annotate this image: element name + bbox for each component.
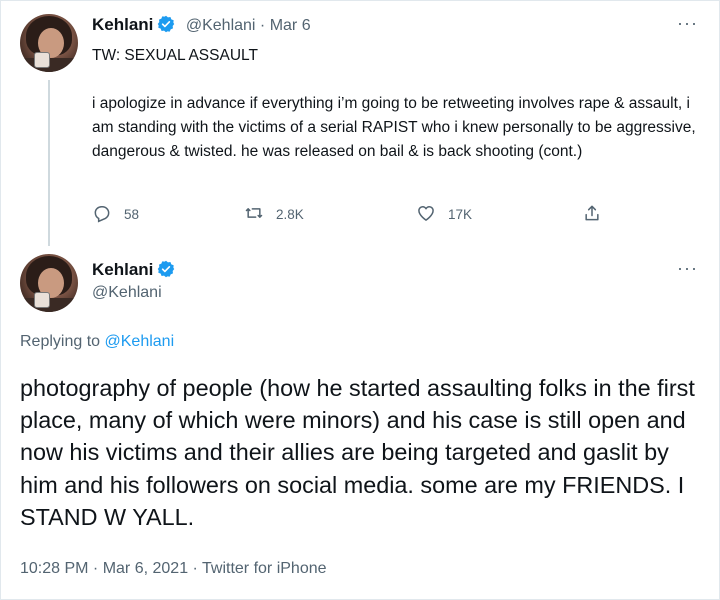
author-name-row: Kehlani — [92, 260, 175, 283]
tweet-body: i apologize in advance if everything i’m… — [92, 95, 696, 160]
thread-connector-line — [48, 80, 50, 246]
tweet-text: photography of people (how he started as… — [20, 375, 695, 530]
display-name[interactable]: Kehlani — [92, 260, 153, 279]
verified-badge-icon — [157, 260, 175, 283]
tweet-actions: 58 2.8K 17K — [92, 203, 652, 227]
retweet-count: 2.8K — [276, 207, 304, 222]
verified-badge-icon — [157, 15, 175, 38]
like-count: 17K — [448, 207, 473, 222]
retweet-button[interactable]: 2.8K — [244, 203, 304, 226]
avatar[interactable] — [20, 14, 78, 72]
display-name[interactable]: Kehlani — [92, 15, 153, 34]
more-icon[interactable]: ··· — [677, 13, 698, 34]
reply-icon — [92, 203, 124, 226]
tweet-header: Kehlani @Kehlani · Mar 6 — [92, 15, 311, 38]
reply-button[interactable]: 58 — [92, 203, 139, 226]
tweet-text: TW: SEXUAL ASSAULT i apologize in advanc… — [92, 44, 702, 164]
handle[interactable]: @Kehlani — [92, 284, 162, 302]
content-warning: TW: SEXUAL ASSAULT — [92, 47, 258, 64]
more-icon[interactable]: ··· — [677, 258, 698, 279]
retweet-icon — [244, 203, 276, 226]
like-icon — [416, 203, 448, 226]
like-button[interactable]: 17K — [416, 203, 472, 226]
tweet-timestamp[interactable]: 10:28 PM · Mar 6, 2021 · Twitter for iPh… — [20, 560, 327, 578]
share-icon — [582, 203, 614, 226]
share-button[interactable] — [582, 203, 614, 226]
handle-and-date[interactable]: @Kehlani · Mar 6 — [186, 17, 311, 34]
avatar[interactable] — [20, 254, 78, 312]
replying-to: Replying to @Kehlani — [20, 333, 174, 351]
reply-count: 58 — [124, 207, 140, 222]
replying-mention-link[interactable]: @Kehlani — [105, 333, 175, 350]
replying-label: Replying to — [20, 333, 101, 350]
